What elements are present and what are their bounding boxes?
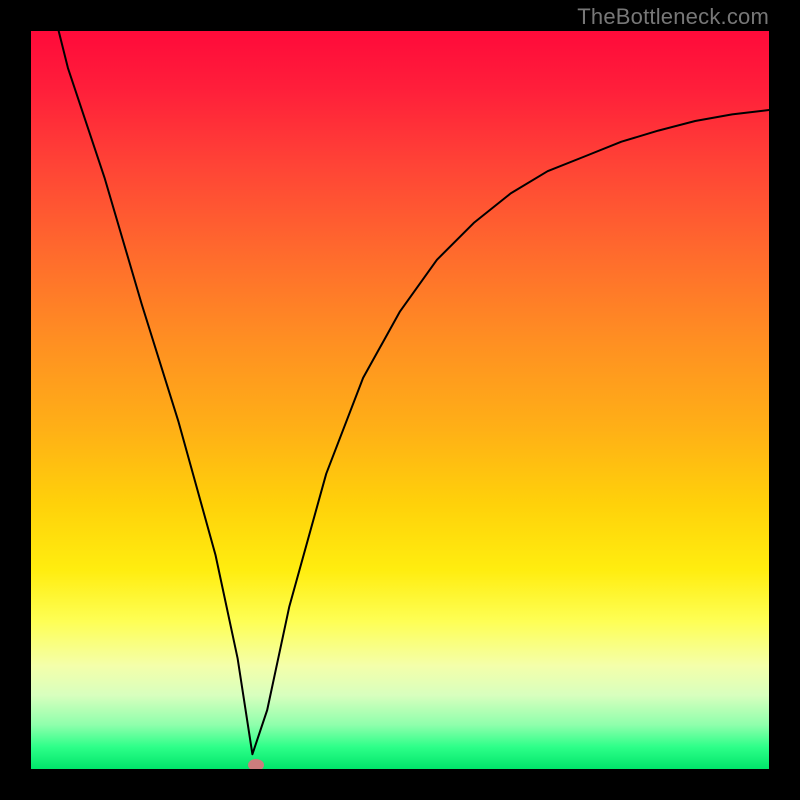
plot-area <box>31 31 769 769</box>
optimum-marker <box>248 759 264 769</box>
watermark-text: TheBottleneck.com <box>577 4 769 30</box>
curve-path <box>31 31 769 754</box>
chart-frame: TheBottleneck.com <box>0 0 800 800</box>
bottleneck-curve <box>31 31 769 769</box>
